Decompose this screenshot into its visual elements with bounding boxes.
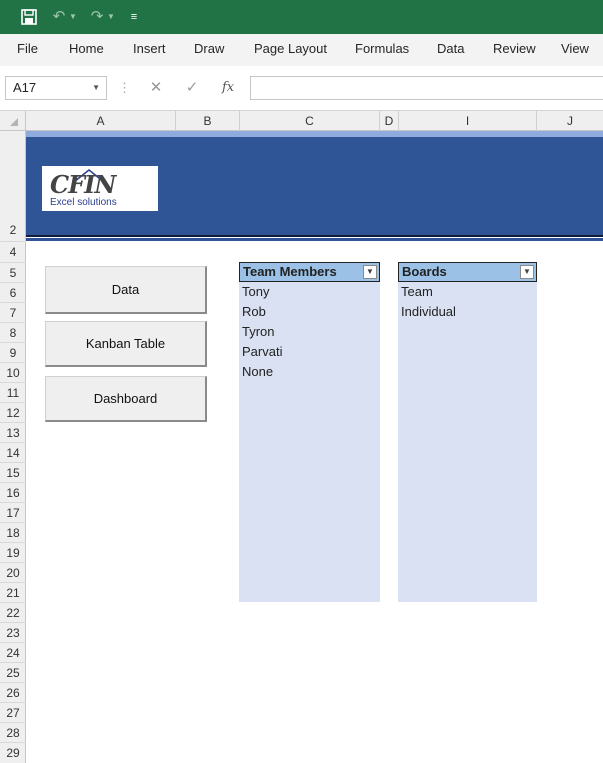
column-header-i[interactable]: I [399,111,537,131]
row-header-9[interactable]: 9 [0,343,26,363]
column-header-c[interactable]: C [240,111,380,131]
formula-bar-grip: ⋮ [118,80,131,95]
row-header-13[interactable]: 13 [0,423,26,443]
dashboard-button[interactable]: Dashboard [45,376,207,422]
logo-subtitle: Excel solutions [50,197,117,208]
row-header-15[interactable]: 15 [0,463,26,483]
team-member-item[interactable]: Parvati [242,342,282,362]
row-header-14[interactable]: 14 [0,443,26,463]
select-all-corner[interactable] [0,111,26,131]
tab-view[interactable]: View [561,34,589,66]
row-headers: 2 4 5 6 7 8 9 10 11 12 13 14 15 16 17 18… [0,131,26,763]
row-header-4[interactable]: 4 [0,242,26,263]
row-header-12[interactable]: 12 [0,403,26,423]
row-header-8[interactable]: 8 [0,323,26,343]
title-bar: ↶ ▼ ↷ ▼ ≡ [0,0,603,34]
row-header-27[interactable]: 27 [0,703,26,723]
team-members-header: Team Members ▼ [239,262,380,282]
customize-qat-icon[interactable]: ≡ [126,0,142,34]
formula-bar: A17 ▼ ⋮ ✕ ✓ fx [0,66,603,111]
row-header-17[interactable]: 17 [0,503,26,523]
logo-mark: CFIN [50,170,116,199]
formula-input[interactable] [250,76,603,100]
row-header-20[interactable]: 20 [0,563,26,583]
row-header-28[interactable]: 28 [0,723,26,743]
row-header-29[interactable]: 29 [0,743,26,763]
column-header-d[interactable]: D [380,111,399,131]
row-header-16[interactable]: 16 [0,483,26,503]
row-header-7[interactable]: 7 [0,303,26,323]
name-box-value: A17 [13,80,37,95]
row-header-10[interactable]: 10 [0,363,26,383]
column-header-a[interactable]: A [26,111,176,131]
tab-insert[interactable]: Insert [133,34,166,66]
redo-dropdown-icon[interactable]: ▼ [106,0,116,34]
team-member-item[interactable]: Tyron [242,322,275,342]
undo-dropdown-icon[interactable]: ▼ [68,0,78,34]
row-header-26[interactable]: 26 [0,683,26,703]
tab-page-layout[interactable]: Page Layout [254,34,327,66]
boards-header-label: Boards [402,264,447,279]
row-header-18[interactable]: 18 [0,523,26,543]
row-header-23[interactable]: 23 [0,623,26,643]
name-box[interactable]: A17 ▼ [5,76,107,100]
filter-dropdown-icon[interactable]: ▼ [363,265,377,279]
team-member-item[interactable]: None [242,362,273,382]
banner-divider [26,235,603,237]
row-header-21[interactable]: 21 [0,583,26,603]
column-header-b[interactable]: B [176,111,240,131]
cfin-logo: CFIN Excel solutions [42,166,158,211]
tab-draw[interactable]: Draw [194,34,224,66]
tab-formulas[interactable]: Formulas [355,34,409,66]
save-icon[interactable] [18,0,40,38]
tab-data[interactable]: Data [437,34,464,66]
row-header-5[interactable]: 5 [0,263,26,283]
row-header-19[interactable]: 19 [0,543,26,563]
tab-file[interactable]: File [17,34,38,66]
row-header-25[interactable]: 25 [0,663,26,683]
enter-icon[interactable]: ✓ [181,76,203,100]
tab-review[interactable]: Review [493,34,536,66]
tab-home[interactable]: Home [69,34,104,66]
cancel-icon[interactable]: ✕ [145,76,167,100]
kanban-table-button[interactable]: Kanban Table [45,321,207,367]
row-header-22[interactable]: 22 [0,603,26,623]
select-all-icon [10,118,18,126]
undo-icon[interactable]: ↶ [48,0,70,34]
board-item[interactable]: Individual [401,302,456,322]
team-member-item[interactable]: Rob [242,302,266,322]
boards-header: Boards ▼ [398,262,537,282]
insert-function-icon[interactable]: fx [222,76,234,100]
board-item[interactable]: Team [401,282,433,302]
redo-icon[interactable]: ↷ [86,0,108,34]
column-headers: A B C D I J [0,111,603,131]
row-header-6[interactable]: 6 [0,283,26,303]
row-header-24[interactable]: 24 [0,643,26,663]
data-button[interactable]: Data [45,266,207,314]
team-member-item[interactable]: Tony [242,282,269,302]
banner-bottom-strip [26,238,603,241]
filter-dropdown-icon[interactable]: ▼ [520,265,534,279]
column-header-j[interactable]: J [537,111,603,131]
ribbon-tabs: File Home Insert Draw Page Layout Formul… [0,34,603,66]
row-header-11[interactable]: 11 [0,383,26,403]
chevron-down-icon[interactable]: ▼ [92,77,100,99]
row-header-2[interactable]: 2 [0,131,26,242]
team-members-header-label: Team Members [243,264,337,279]
